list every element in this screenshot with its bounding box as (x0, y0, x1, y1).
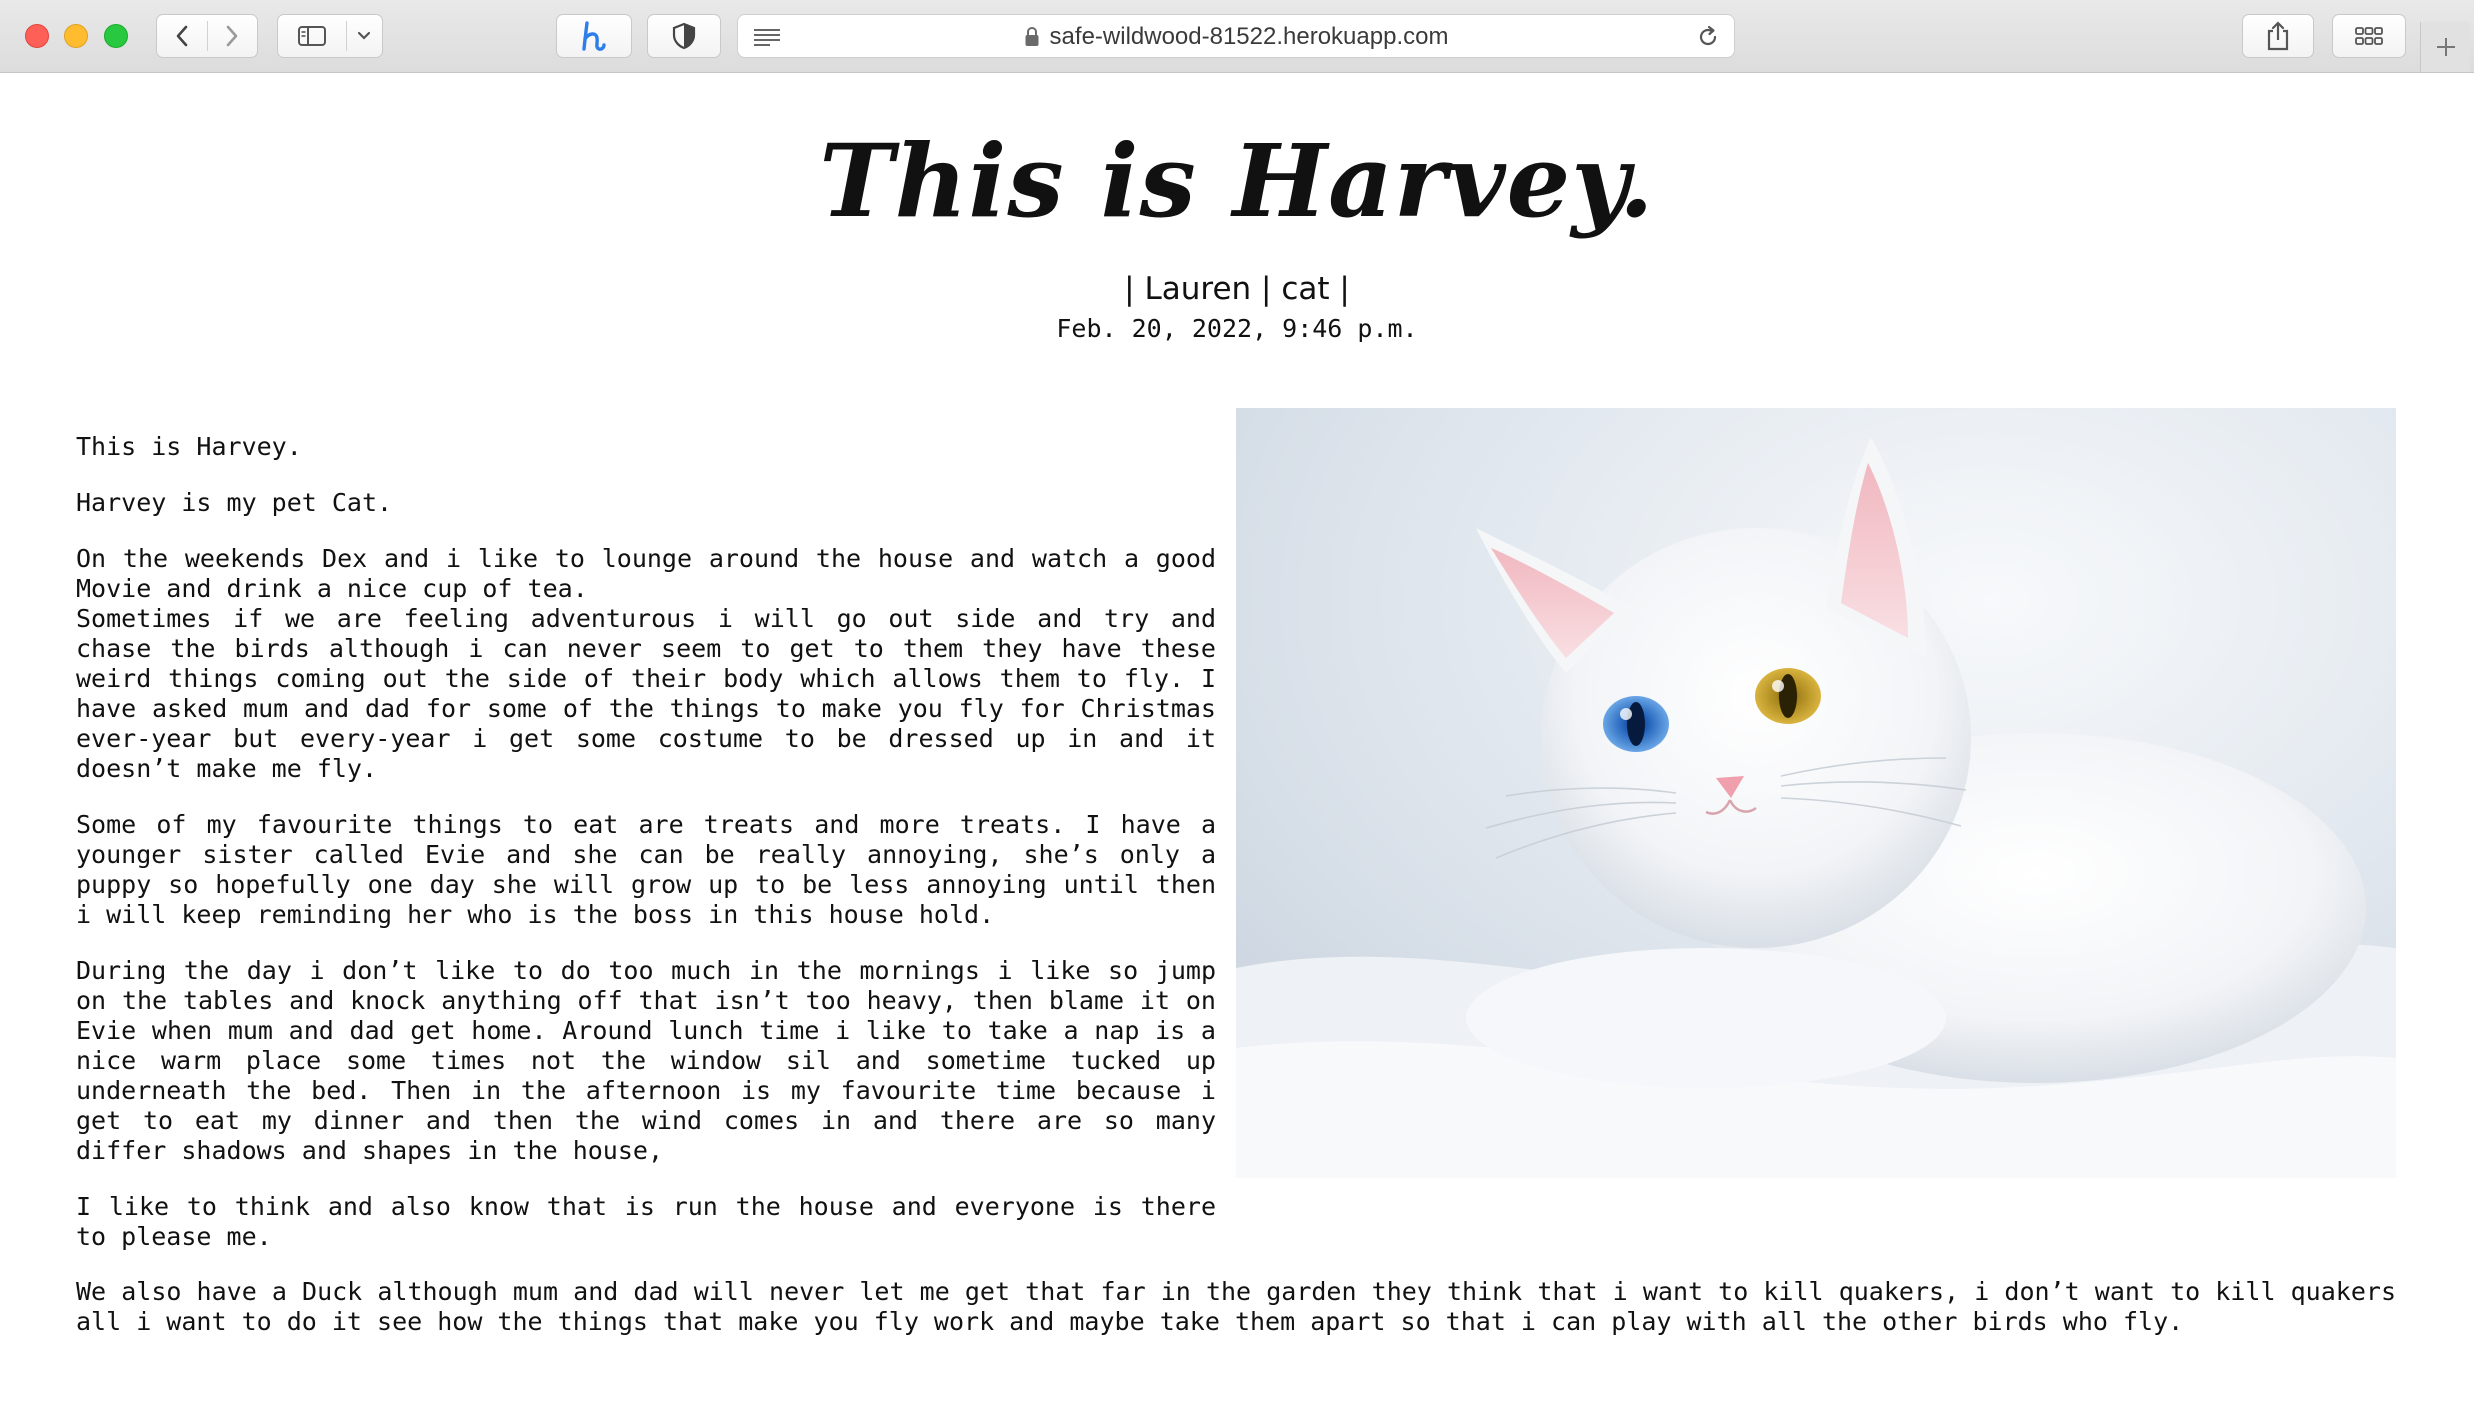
chevron-left-icon (176, 25, 188, 47)
post-paragraph: This is Harvey. (76, 432, 302, 461)
reload-icon (1699, 25, 1717, 46)
post-paragraph: Some of my favourite things to eat are t… (76, 810, 1216, 929)
browser-toolbar: safe-wildwood-81522.herokuapp.com (0, 0, 2474, 73)
share-icon (2267, 21, 2289, 51)
post-paragraph: I like to think and also know that is ru… (76, 1192, 1216, 1251)
zoom-window-button[interactable] (104, 24, 128, 48)
post-date: Feb. 20, 2022, 9:46 p.m. (1056, 314, 1418, 343)
reload-button[interactable] (1696, 25, 1720, 54)
honey-extension-icon (582, 21, 606, 51)
chevron-down-icon (357, 31, 371, 40)
url-display: safe-wildwood-81522.herokuapp.com (738, 15, 1734, 59)
lock-icon (1025, 26, 1039, 46)
plus-icon (2436, 38, 2455, 56)
share-button[interactable] (2242, 14, 2314, 58)
sidebar-menu-button[interactable] (346, 15, 382, 57)
post-body: This is Harvey. Harvey is my pet Cat. On… (76, 432, 1216, 1278)
forward-button[interactable] (207, 15, 257, 57)
new-tab-button[interactable] (2420, 22, 2470, 72)
post-title: This is Harvey. (819, 122, 1655, 240)
sidebar-group (277, 14, 383, 58)
chevron-right-icon (226, 25, 238, 47)
address-bar[interactable]: safe-wildwood-81522.herokuapp.com (737, 14, 1735, 58)
page-content: This is Harvey. | Lauren | cat | Feb. 20… (0, 74, 2474, 1422)
sidebar-icon (298, 26, 326, 46)
honey-extension-button[interactable] (556, 14, 632, 58)
back-forward-group (156, 14, 258, 58)
post-byline: | Lauren | cat | (1124, 271, 1350, 307)
tab-overview-button[interactable] (2332, 14, 2406, 58)
post-paragraph: During the day i don’t like to do too mu… (76, 956, 1216, 1165)
back-button[interactable] (157, 15, 207, 57)
tab-overview-icon (2355, 27, 2383, 45)
close-window-button[interactable] (25, 24, 49, 48)
cat-photo (1236, 408, 2396, 1178)
closing-paragraph: We also have a Duck although mum and dad… (76, 1277, 2396, 1336)
minimize-window-button[interactable] (64, 24, 88, 48)
post-paragraph: Harvey is my pet Cat. (76, 488, 393, 517)
privacy-extension-button[interactable] (647, 14, 721, 58)
shield-icon (672, 22, 696, 50)
post-paragraph: On the weekends Dex and i like to lounge… (76, 544, 1216, 783)
sidebar-toggle-button[interactable] (278, 15, 346, 57)
url-text: safe-wildwood-81522.herokuapp.com (1049, 23, 1449, 50)
